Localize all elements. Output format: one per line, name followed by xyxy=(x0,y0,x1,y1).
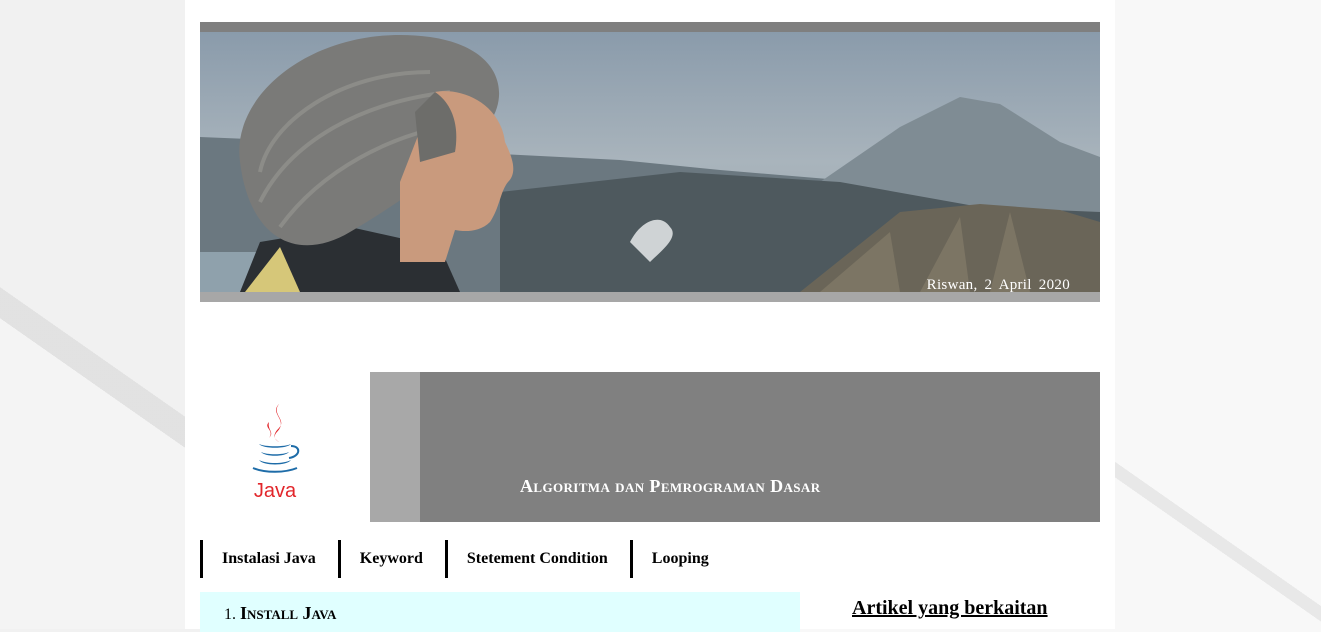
header-banner: Riswan, 2 April 2020 xyxy=(200,22,1100,302)
header-bottom-bar xyxy=(200,292,1100,302)
main-nav: Instalasi Java Keyword Stetement Conditi… xyxy=(200,540,731,578)
java-logo-text: Java xyxy=(254,480,297,502)
related-articles-heading[interactable]: Artikel yang berkaitan xyxy=(852,597,1048,620)
nav-item-looping[interactable]: Looping xyxy=(629,540,731,578)
header-photo-graphic xyxy=(200,32,1100,292)
java-cup-icon: Java xyxy=(252,404,300,502)
nav-item-instalasi-java[interactable]: Instalasi Java xyxy=(200,540,338,578)
nav-item-keyword[interactable]: Keyword xyxy=(337,540,445,578)
page-container: Riswan, 2 April 2020 Java Algoritma dan … xyxy=(185,0,1115,632)
nav-item-statement-condition[interactable]: Stetement Condition xyxy=(444,540,630,578)
site-title: Algoritma dan Pemrograman Dasar xyxy=(520,476,821,496)
content-list: Install Java xyxy=(200,603,336,624)
content-section: Install Java xyxy=(200,592,800,632)
title-banner: Algoritma dan Pemrograman Dasar xyxy=(370,372,1100,522)
list-item-install-java: Install Java xyxy=(240,603,336,624)
banner-accent-strip xyxy=(370,372,420,522)
photo-caption: Riswan, 2 April 2020 xyxy=(926,277,1070,292)
header-photo: Riswan, 2 April 2020 xyxy=(200,32,1100,292)
java-logo: Java xyxy=(245,400,305,505)
